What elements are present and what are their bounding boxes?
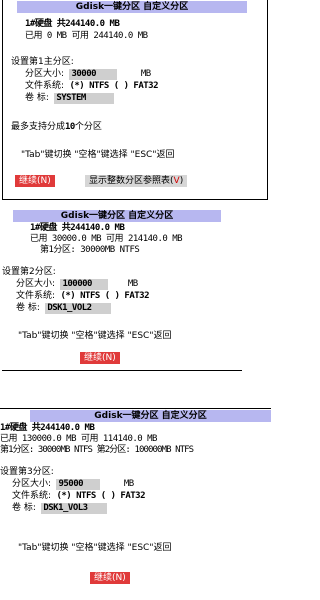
size-unit: MB: [123, 479, 134, 489]
continue-button[interactable]: 继续(N): [90, 572, 130, 584]
disk-usage: 已用 0 MB 可用 244140.0 MB: [25, 31, 148, 41]
key-help: "Tab"键切换 "空格"键选择 "ESC"返回: [18, 543, 172, 553]
show-table-label-end: ): [179, 176, 184, 186]
vol-label: 卷 标:: [16, 303, 40, 313]
partition-1-info: 第1分区: 30000MB NTFS: [40, 245, 140, 255]
size-input[interactable]: 30000: [69, 69, 118, 80]
fs-radio-group[interactable]: (*) NTFS ( ) FAT32: [60, 291, 149, 301]
max-note-post: 个分区: [74, 122, 102, 132]
disk-usage: 已用 30000.0 MB 可用 214140.0 MB: [30, 234, 183, 244]
disk-info: 1#硬盘 共244140.0 MB: [0, 423, 95, 433]
fs-label: 文件系统:: [25, 81, 65, 91]
partition-panel-1: Gdisk一键分区 自定义分区 1#硬盘 共244140.0 MB 已用 0 M…: [2, 0, 268, 200]
vol-input[interactable]: DSK1_VOL2: [45, 303, 112, 314]
size-label: 分区大小:: [25, 69, 65, 79]
continue-button[interactable]: 继续(N): [15, 175, 55, 187]
partition-panel-3: Gdisk一键分区 自定义分区 1#硬盘 共244140.0 MB 已用 130…: [0, 408, 271, 600]
fs-label: 文件系统:: [16, 291, 56, 301]
size-label: 分区大小:: [16, 279, 56, 289]
setup-heading: 设置第1主分区:: [11, 57, 74, 67]
fs-radio-group[interactable]: (*) NTFS ( ) FAT32: [69, 81, 158, 91]
vol-row: 卷 标: DSK1_VOL2: [16, 303, 112, 314]
partition-panel-2: Gdisk一键分区 自定义分区 1#硬盘 共244140.0 MB 已用 300…: [2, 209, 242, 371]
max-partitions-note: 最多支持分成10个分区: [11, 122, 102, 133]
size-unit: MB: [140, 69, 151, 79]
partitions-info: 第1分区: 30000MB NTFS 第2分区: 100000MB NTFS: [0, 445, 194, 455]
vol-row: 卷 标: DSK1_VOL3: [12, 503, 108, 514]
vol-input[interactable]: SYSTEM: [54, 93, 115, 104]
panel-title: Gdisk一键分区 自定义分区: [30, 410, 271, 422]
size-row: 分区大小: 100000 MB: [16, 279, 138, 290]
size-input[interactable]: 95000: [56, 479, 101, 490]
vol-input[interactable]: DSK1_VOL3: [41, 503, 108, 514]
size-label: 分区大小:: [12, 479, 52, 489]
max-note-pre: 最多支持分成: [11, 122, 66, 132]
continue-button[interactable]: 继续(N): [80, 352, 120, 364]
vol-label: 卷 标:: [12, 503, 36, 513]
size-row: 分区大小: 95000 MB: [12, 479, 134, 490]
key-help: "Tab"键切换 "空格"键选择 "ESC"返回: [18, 331, 172, 341]
vol-label: 卷 标:: [25, 93, 49, 103]
fs-label: 文件系统:: [12, 491, 52, 501]
fs-row: 文件系统: (*) NTFS ( ) FAT32: [12, 491, 146, 502]
key-help: "Tab"键切换 "空格"键选择 "ESC"返回: [21, 150, 175, 160]
setup-heading: 设置第2分区:: [2, 267, 56, 277]
setup-heading: 设置第3分区:: [0, 467, 54, 477]
fs-radio-group[interactable]: (*) NTFS ( ) FAT32: [56, 491, 145, 501]
panel-title: Gdisk一键分区 自定义分区: [13, 210, 221, 222]
size-unit: MB: [127, 279, 138, 289]
size-input[interactable]: 100000: [60, 279, 109, 290]
disk-usage: 已用 130000.0 MB 可用 114140.0 MB: [0, 434, 157, 444]
show-table-label: 显示整数分区参照表(: [89, 176, 174, 186]
fs-row: 文件系统: (*) NTFS ( ) FAT32: [16, 291, 150, 302]
show-table-button[interactable]: 显示整数分区参照表(V): [85, 175, 188, 187]
disk-info: 1#硬盘 共244140.0 MB: [30, 223, 125, 233]
fs-row: 文件系统: (*) NTFS ( ) FAT32: [25, 81, 159, 92]
max-note-num: 10: [65, 122, 75, 132]
size-row: 分区大小: 30000 MB: [25, 69, 151, 80]
disk-info: 1#硬盘 共244140.0 MB: [25, 19, 120, 29]
vol-row: 卷 标: SYSTEM: [25, 93, 115, 104]
panel-title: Gdisk一键分区 自定义分区: [17, 1, 247, 13]
